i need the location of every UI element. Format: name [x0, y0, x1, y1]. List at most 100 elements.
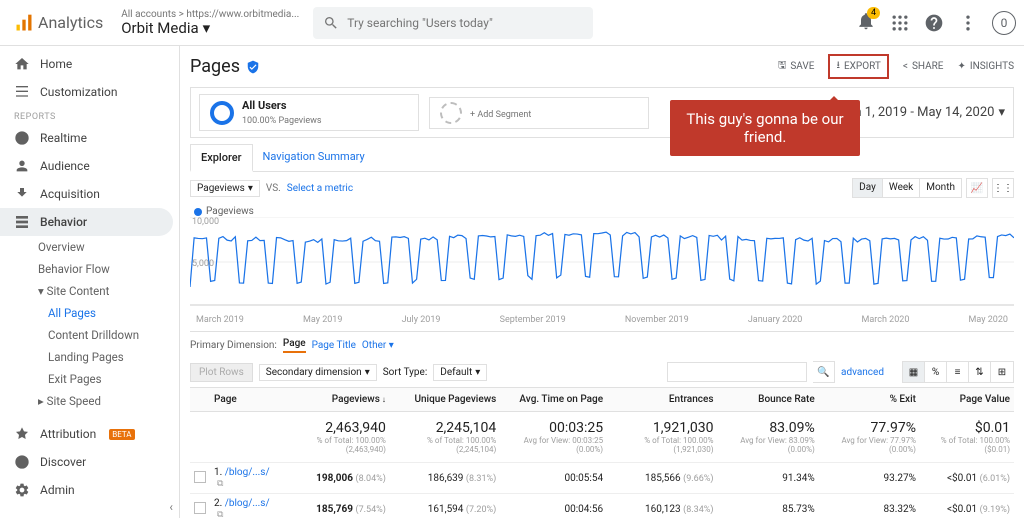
segment-all-users[interactable]: All Users100.00% Pageviews	[199, 94, 419, 131]
notification-badge: 4	[867, 7, 880, 19]
chart-type-button-2[interactable]: ⋮⋮	[992, 178, 1014, 198]
dim-other[interactable]: Other ▾	[362, 340, 394, 351]
chart-type-button[interactable]: 📈	[966, 178, 988, 198]
dim-page[interactable]: Page	[283, 338, 306, 353]
help-icon[interactable]	[924, 13, 944, 33]
nav-behavior-flow[interactable]: Behavior Flow	[0, 258, 179, 280]
table-search-input[interactable]	[667, 362, 807, 382]
col-exit[interactable]: % Exit	[819, 388, 920, 412]
col-page[interactable]: Page	[210, 388, 279, 412]
col-bounce[interactable]: Bounce Rate	[718, 388, 819, 412]
col-value[interactable]: Page Value	[920, 388, 1014, 412]
granularity-week[interactable]: Week	[883, 179, 920, 197]
export-icon: ⭳	[836, 58, 840, 75]
annotation-callout: This guy's gonna be our friend.	[670, 100, 860, 156]
nav-overview[interactable]: Overview	[0, 236, 179, 258]
date-range-picker[interactable]: Jan 1, 2019 - May 14, 2020 ▾	[840, 105, 1005, 120]
main-content: Pages 🖫SAVE ⭳EXPORT <SHARE ✦INSIGHTS All…	[180, 46, 1024, 518]
nav-exit-pages[interactable]: Exit Pages	[0, 368, 179, 390]
share-button[interactable]: <SHARE	[903, 61, 944, 72]
col-entrances[interactable]: Entrances	[607, 388, 717, 412]
collapse-sidebar-button[interactable]: ‹	[169, 500, 173, 514]
view-percent-icon[interactable]: %	[925, 362, 947, 382]
segment-add[interactable]: + Add Segment	[429, 97, 649, 129]
nav-acquisition[interactable]: Acquisition	[0, 180, 179, 208]
chevron-down-icon: ▾	[998, 105, 1005, 120]
search-placeholder: Try searching "Users today"	[347, 16, 493, 30]
view-comparison-icon[interactable]: ⇅	[969, 362, 991, 382]
external-link-icon[interactable]: ⧉	[217, 479, 223, 489]
nav-site-content[interactable]: ▾ Site Content	[0, 280, 179, 302]
insights-button[interactable]: ✦INSIGHTS	[957, 61, 1014, 72]
col-avg-time[interactable]: Avg. Time on Page	[500, 388, 607, 412]
vs-label: VS.	[266, 183, 281, 194]
analytics-logo: Analytics	[8, 13, 109, 33]
analytics-logo-icon	[14, 13, 34, 33]
notifications-button[interactable]: 4	[856, 11, 876, 34]
export-button[interactable]: ⭳EXPORT	[828, 54, 888, 79]
nav-attribution[interactable]: AttributionBETA	[0, 420, 179, 448]
save-button[interactable]: 🖫SAVE	[778, 58, 815, 75]
secondary-dimension-dropdown[interactable]: Secondary dimension ▾	[259, 364, 377, 381]
avatar[interactable]: 0	[992, 11, 1016, 35]
table-search-button[interactable]: 🔍	[813, 361, 835, 383]
search-input[interactable]: Try searching "Users today"	[313, 7, 593, 39]
share-icon: <	[903, 61, 908, 72]
tab-navigation-summary[interactable]: Navigation Summary	[253, 144, 375, 171]
apps-icon[interactable]	[890, 13, 910, 33]
page-title: Pages	[190, 56, 240, 77]
row-checkbox[interactable]	[194, 471, 206, 483]
nav-audience[interactable]: Audience	[0, 152, 179, 180]
x-axis: March 2019 May 2019 July 2019 September …	[190, 313, 1014, 327]
nav-admin[interactable]: Admin	[0, 476, 179, 504]
sort-type-dropdown[interactable]: Default ▾	[433, 364, 487, 381]
more-icon[interactable]	[958, 13, 978, 33]
pageviews-chart[interactable]: 10,000 5,000	[190, 217, 1014, 307]
view-pivot-icon[interactable]: ⊞	[991, 362, 1013, 382]
verified-icon	[246, 60, 260, 74]
external-link-icon[interactable]: ⧉	[217, 510, 223, 518]
totals-row: 2,463,940% of Total: 100.00% (2,463,940)…	[190, 412, 1014, 463]
nav-realtime[interactable]: Realtime	[0, 124, 179, 152]
nav-home[interactable]: Home	[0, 50, 179, 78]
nav-behavior[interactable]: Behavior	[0, 208, 173, 236]
select-metric-link[interactable]: Select a metric	[287, 183, 353, 194]
view-table-icon[interactable]: ▦	[903, 362, 925, 382]
col-pageviews[interactable]: Pageviews↓	[279, 388, 389, 412]
table-row[interactable]: 1. /blog/...s/⧉ 198,006 (8.04%) 186,639 …	[190, 463, 1014, 494]
nav-content-drilldown[interactable]: Content Drilldown	[0, 324, 179, 346]
granularity-day[interactable]: Day	[853, 179, 883, 197]
sidebar: Home Customization REPORTS Realtime Audi…	[0, 46, 180, 518]
dim-page-title[interactable]: Page Title	[312, 340, 356, 351]
granularity-toggle: Day Week Month	[852, 178, 962, 198]
granularity-month[interactable]: Month	[920, 179, 961, 197]
y-tick: 5,000	[192, 259, 214, 269]
page-path-link[interactable]: /blog/...s/	[225, 467, 270, 478]
plot-rows-button[interactable]: Plot Rows	[190, 363, 253, 382]
row-checkbox[interactable]	[194, 502, 206, 514]
primary-dimension-label: Primary Dimension:	[190, 340, 277, 351]
property-name: Orbit Media	[121, 20, 198, 37]
brand-text: Analytics	[38, 13, 103, 32]
app-header: Analytics All accounts > https://www.orb…	[0, 0, 1024, 46]
nav-site-speed[interactable]: ▸ Site Speed	[0, 390, 179, 412]
table-header-row: Page Pageviews↓ Unique Pageviews Avg. Ti…	[190, 388, 1014, 412]
tab-explorer[interactable]: Explorer	[190, 144, 253, 172]
nav-all-pages[interactable]: All Pages	[0, 302, 179, 324]
nav-customization[interactable]: Customization	[0, 78, 179, 106]
insights-icon: ✦	[957, 61, 965, 72]
nav-discover[interactable]: Discover	[0, 448, 179, 476]
nav-landing-pages[interactable]: Landing Pages	[0, 346, 179, 368]
advanced-link[interactable]: advanced	[841, 367, 884, 378]
legend-dot-icon	[194, 208, 202, 216]
reports-label: REPORTS	[0, 106, 179, 124]
metric-dropdown[interactable]: Pageviews ▾	[190, 180, 260, 197]
account-switcher[interactable]: All accounts > https://www.orbitmedia...…	[121, 9, 299, 37]
table-row[interactable]: 2. /blog/...s/⧉ 185,769 (7.54%) 161,594 …	[190, 494, 1014, 518]
sort-type-label: Sort Type:	[383, 367, 428, 378]
view-mode-buttons: ▦ % ≡ ⇅ ⊞	[902, 361, 1014, 383]
save-icon: 🖫	[778, 58, 787, 75]
view-performance-icon[interactable]: ≡	[947, 362, 969, 382]
col-unique[interactable]: Unique Pageviews	[390, 388, 500, 412]
page-path-link[interactable]: /blog/...s/	[225, 498, 270, 509]
